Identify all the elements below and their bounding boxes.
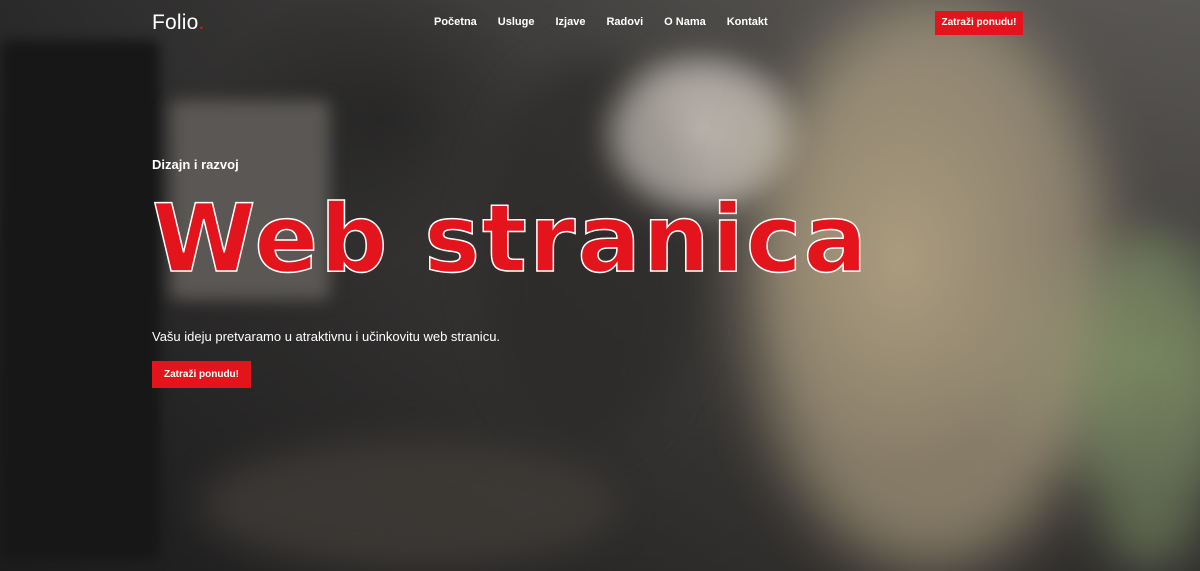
hero-subtitle: Vašu ideju pretvaramo u atraktivnu i uči… xyxy=(152,329,501,344)
logo[interactable]: Folio. xyxy=(152,11,205,35)
nav-item-usluge[interactable]: Usluge xyxy=(498,16,535,28)
site-header: Folio. Početna Usluge Izjave Radovi O Na… xyxy=(0,0,1200,46)
nav-item-radovi[interactable]: Radovi xyxy=(606,16,643,28)
keyboard-hands-shape xyxy=(200,440,620,570)
logo-text: Folio xyxy=(152,11,199,34)
hero-kicker: Dizajn i razvoj xyxy=(152,157,239,172)
monitor-shape xyxy=(0,40,160,560)
nav-item-pocetna[interactable]: Početna xyxy=(434,16,477,28)
logo-dot: . xyxy=(198,11,205,34)
main-nav: Početna Usluge Izjave Radovi O Nama Kont… xyxy=(434,16,768,28)
nav-item-kontakt[interactable]: Kontakt xyxy=(727,16,768,28)
hero-title: Web stranica xyxy=(151,184,870,295)
header-quote-button[interactable]: Zatraži ponudu! xyxy=(935,11,1023,35)
nav-item-o-nama[interactable]: O Nama xyxy=(664,16,706,28)
hero-quote-button[interactable]: Zatraži ponudu! xyxy=(152,361,251,388)
nav-item-izjave[interactable]: Izjave xyxy=(555,16,585,28)
